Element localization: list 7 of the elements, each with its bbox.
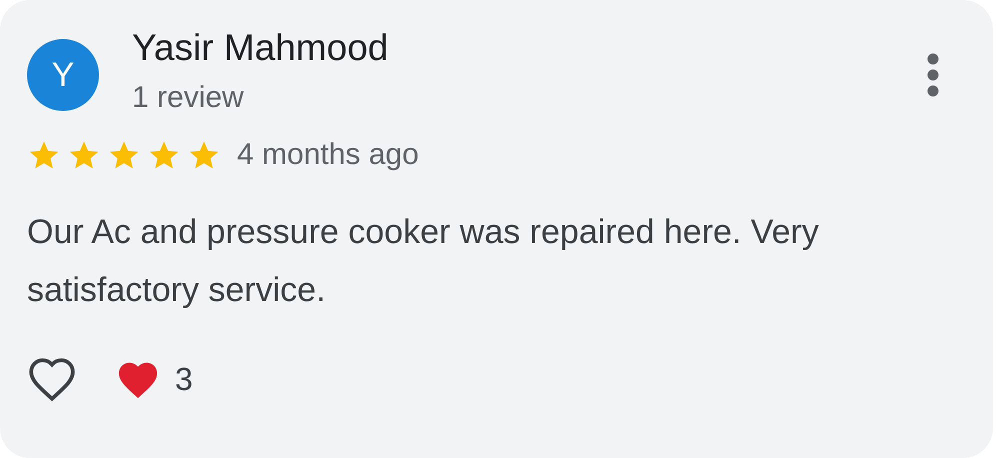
author-name[interactable]: Yasir Mahmood [132, 24, 388, 72]
reaction-count: 3 [175, 360, 193, 399]
avatar: Y [27, 39, 99, 111]
review-time: 4 months ago [237, 137, 419, 173]
review-count: 1 review [132, 80, 245, 116]
review-text: Our Ac and pressure cooker was repaired here. Very satisfactory service. [27, 212, 820, 311]
heart-icon[interactable] [27, 356, 77, 402]
